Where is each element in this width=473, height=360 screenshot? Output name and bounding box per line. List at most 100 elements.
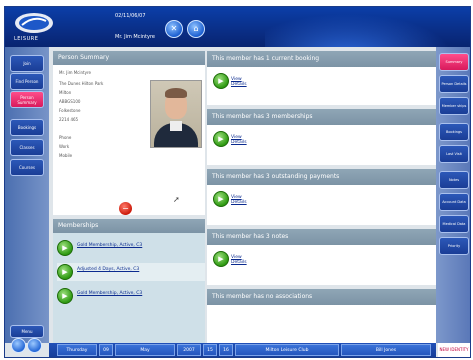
tab-priority[interactable]: Priority: [439, 237, 469, 255]
tab-label: Last Visit: [446, 152, 462, 156]
header-bar: LEISURE 02/11/06/07 Mr. Jim Mcintyre ✕ ⌂: [5, 7, 470, 47]
notes-section-header: This member has 3 notes: [207, 229, 436, 245]
close-button[interactable]: ✕: [165, 20, 183, 38]
go-arrow-icon[interactable]: ▶: [213, 251, 229, 267]
left-sidebar: Join Find Person Person Summary Bookings…: [5, 47, 49, 343]
nav-courses-button[interactable]: Courses: [10, 159, 44, 176]
back-button[interactable]: [11, 338, 26, 353]
footer-club: Milton Leisure Club: [235, 344, 339, 356]
member-photo: [150, 80, 202, 148]
tab-person-details[interactable]: Person Details: [439, 75, 469, 93]
tab-medical-data[interactable]: Medical Data: [439, 215, 469, 233]
footer-minute: 16: [219, 344, 233, 356]
right-sidebar: Summary Person Details Member ships Book…: [436, 47, 470, 343]
go-arrow-icon[interactable]: ▶: [57, 264, 73, 280]
nav-label: Classes: [19, 145, 35, 150]
membership-link[interactable]: Gold Membership, Active, C3: [77, 291, 142, 296]
app-window: LEISURE 02/11/06/07 Mr. Jim Mcintyre ✕ ⌂…: [4, 6, 471, 358]
membership-link[interactable]: Adjusted 4 Days, Active, C3: [77, 267, 139, 272]
address-line: The Dunes Hilton Park: [59, 81, 104, 86]
go-arrow-icon[interactable]: ▶: [57, 240, 73, 256]
photo-hair: [165, 88, 187, 98]
nav-classes-button[interactable]: Classes: [10, 139, 44, 156]
nav-label: Person Summary: [17, 94, 37, 105]
delete-button[interactable]: −: [119, 202, 132, 215]
payments-section-header: This member has 3 outstanding payments: [207, 169, 436, 185]
address-line: Folkestone: [59, 108, 81, 113]
bookings-section-header: This member has 1 current booking: [207, 51, 436, 67]
nav-bookings-button[interactable]: Bookings: [10, 119, 44, 136]
nav-join-button[interactable]: Join: [10, 55, 44, 72]
tab-summary[interactable]: Summary: [439, 53, 469, 71]
list-item[interactable]: ▶ Gold Membership, Active, C3: [57, 287, 205, 305]
membership-link[interactable]: Gold Membership, Active, C3: [77, 243, 142, 248]
tab-label: Priority: [447, 244, 461, 248]
nav-person-summary-button[interactable]: Person Summary: [10, 91, 44, 108]
footer-date: 09: [99, 344, 113, 356]
forward-button[interactable]: [27, 338, 42, 353]
home-icon: ⌂: [193, 24, 199, 33]
header-decoration: [265, 7, 470, 47]
nav-label: Bookings: [17, 125, 37, 130]
x-icon: ✕: [170, 24, 178, 33]
minus-icon: −: [122, 204, 129, 213]
memberships-header: Memberships: [53, 219, 205, 233]
tab-label: Medical Data: [442, 222, 466, 226]
footer-hour: 15: [203, 344, 217, 356]
app-logo: [15, 13, 53, 33]
menu-button[interactable]: Menu: [10, 325, 44, 338]
memberships-section: ▶ View Details: [207, 125, 436, 165]
go-arrow-icon[interactable]: ▶: [213, 191, 229, 207]
header-user: Mr. Jim Mcintyre: [115, 34, 155, 40]
nav-label: Join: [23, 61, 31, 66]
tab-label: Bookings: [446, 130, 462, 134]
person-summary-header: Person Summary: [53, 51, 205, 65]
associations-section: [207, 305, 436, 343]
contact-phone: Phone: [59, 135, 72, 140]
nav-label: Find Person: [15, 79, 39, 84]
photo-collar: [170, 121, 182, 131]
mouse-cursor-icon: ➚: [173, 195, 180, 204]
footer-month: May: [115, 344, 175, 356]
footer-day: Thursday: [57, 344, 97, 356]
menu-label: Menu: [21, 329, 33, 334]
contact-work: Work: [59, 144, 70, 149]
associations-section-header: This member has no associations: [207, 289, 436, 305]
go-arrow-icon[interactable]: ▶: [213, 131, 229, 147]
tab-label: Member ships: [441, 104, 467, 108]
view-details-link[interactable]: View Details: [231, 195, 247, 205]
notes-section: ▶ View Details: [207, 245, 436, 285]
tab-label: Person Details: [441, 82, 467, 86]
status-bar: Thursday 09 May 2007 15 16 Milton Leisur…: [49, 343, 436, 357]
person-name: Mr. Jim Mcintyre: [59, 70, 91, 75]
address-line: ABBGS100: [59, 99, 81, 104]
list-item[interactable]: ▶ Adjusted 4 Days, Active, C3: [57, 263, 205, 281]
view-details-link[interactable]: View Details: [231, 77, 247, 87]
list-item[interactable]: ▶ Gold Membership, Active, C3: [57, 239, 205, 257]
memberships-section-header: This member has 3 memberships: [207, 109, 436, 125]
view-details-link[interactable]: View Details: [231, 255, 247, 265]
footer-user: Bill Jones: [341, 344, 431, 356]
go-arrow-icon[interactable]: ▶: [213, 73, 229, 89]
address-line: Milton: [59, 90, 72, 95]
nav-find-person-button[interactable]: Find Person: [10, 73, 44, 90]
contact-mobile: Mobile: [59, 153, 73, 158]
tab-last-visit[interactable]: Last Visit: [439, 145, 469, 163]
person-summary-panel: Mr. Jim Mcintyre The Dunes Hilton Park M…: [53, 65, 205, 215]
nav-label: Courses: [18, 165, 36, 170]
brand-logo: NEW IDENTITY: [438, 343, 470, 357]
tab-account-data[interactable]: Account Data: [439, 193, 469, 211]
home-button[interactable]: ⌂: [187, 20, 205, 38]
tab-notes[interactable]: Notes: [439, 171, 469, 189]
memberships-list: ▶ Gold Membership, Active, C3 ▶ Adjusted…: [53, 233, 205, 343]
tab-label: Account Data: [442, 200, 466, 204]
tab-bookings[interactable]: Bookings: [439, 123, 469, 141]
header-date: 02/11/06/07: [115, 13, 146, 19]
go-arrow-icon[interactable]: ▶: [57, 288, 73, 304]
tab-label: Notes: [448, 178, 460, 182]
tab-memberships[interactable]: Member ships: [439, 97, 469, 115]
address-line: 2214 465: [59, 117, 79, 122]
payments-section: ▶ View Details: [207, 185, 436, 225]
view-details-link[interactable]: View Details: [231, 135, 247, 145]
logo-text: LEISURE: [14, 36, 39, 42]
